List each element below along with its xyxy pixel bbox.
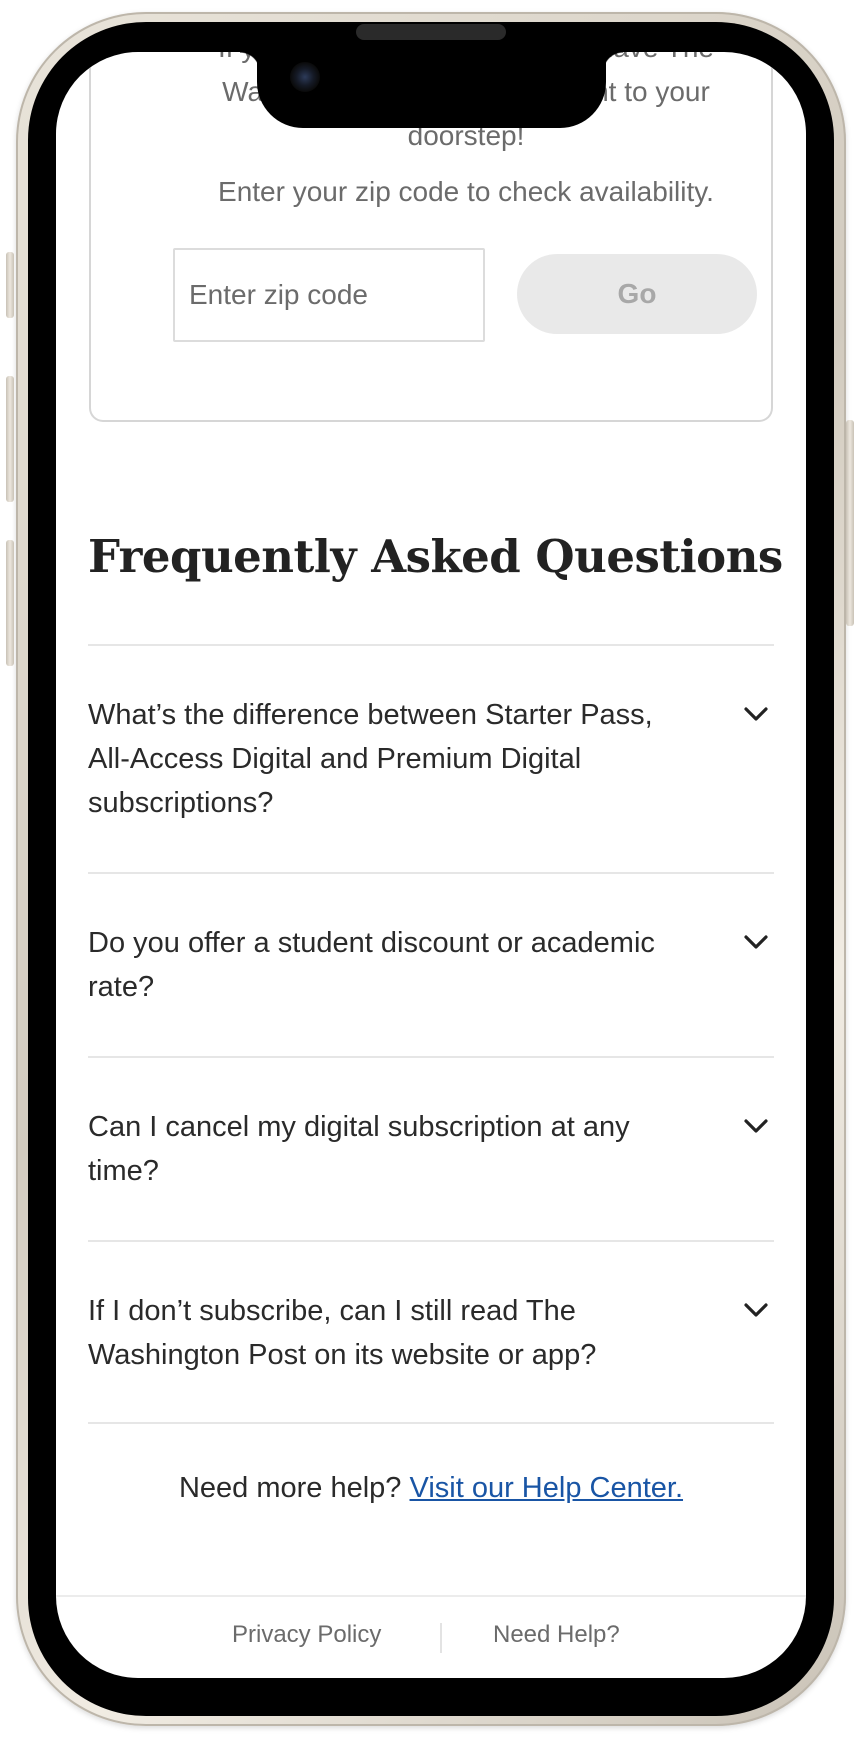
notch-edge <box>603 52 623 72</box>
help-prompt-row: Need more help? Visit our Help Center. <box>56 1472 806 1505</box>
faq-heading: Frequently Asked Questions <box>88 530 783 583</box>
faq-question: Do you offer a student discount or acade… <box>88 927 655 1003</box>
faq-question: What’s the difference between Starter Pa… <box>88 699 653 819</box>
zip-code-input[interactable] <box>173 248 485 342</box>
volume-up-button <box>6 376 14 502</box>
chevron-down-icon[interactable] <box>742 700 770 728</box>
phone-screen: If you live in our delivery area, have T… <box>56 52 806 1678</box>
footer-divider <box>440 1623 442 1653</box>
faq-item[interactable]: If I don’t subscribe, can I still read T… <box>88 1240 774 1424</box>
privacy-policy-link[interactable]: Privacy Policy <box>232 1621 381 1649</box>
speaker-grille <box>356 24 506 40</box>
help-prompt-text: Need more help? <box>178 1472 402 1504</box>
chevron-down-icon[interactable] <box>742 1296 770 1324</box>
faq-item[interactable]: Can I cancel my digital subscription at … <box>88 1056 774 1240</box>
faq-question: Can I cancel my digital subscription at … <box>88 1111 630 1187</box>
faq-item[interactable]: Do you offer a student discount or acade… <box>88 872 774 1056</box>
need-help-link[interactable]: Need Help? <box>493 1621 620 1649</box>
help-center-link[interactable]: Visit our Help Center. <box>410 1472 684 1504</box>
go-button[interactable]: Go <box>517 254 757 334</box>
chevron-down-icon[interactable] <box>742 1112 770 1140</box>
power-button <box>846 420 854 626</box>
page-content: If you live in our delivery area, have T… <box>56 52 806 1678</box>
side-button <box>6 252 14 318</box>
chevron-down-icon[interactable] <box>742 928 770 956</box>
front-camera <box>290 62 320 92</box>
faq-question: If I don’t subscribe, can I still read T… <box>88 1295 597 1371</box>
availability-text: Enter your zip code to check availabilit… <box>218 176 714 207</box>
page-footer: Privacy Policy Need Help? <box>56 1595 806 1678</box>
volume-down-button <box>6 540 14 666</box>
faq-item[interactable]: What’s the difference between Starter Pa… <box>88 644 774 872</box>
faq-list: What’s the difference between Starter Pa… <box>88 644 774 1424</box>
